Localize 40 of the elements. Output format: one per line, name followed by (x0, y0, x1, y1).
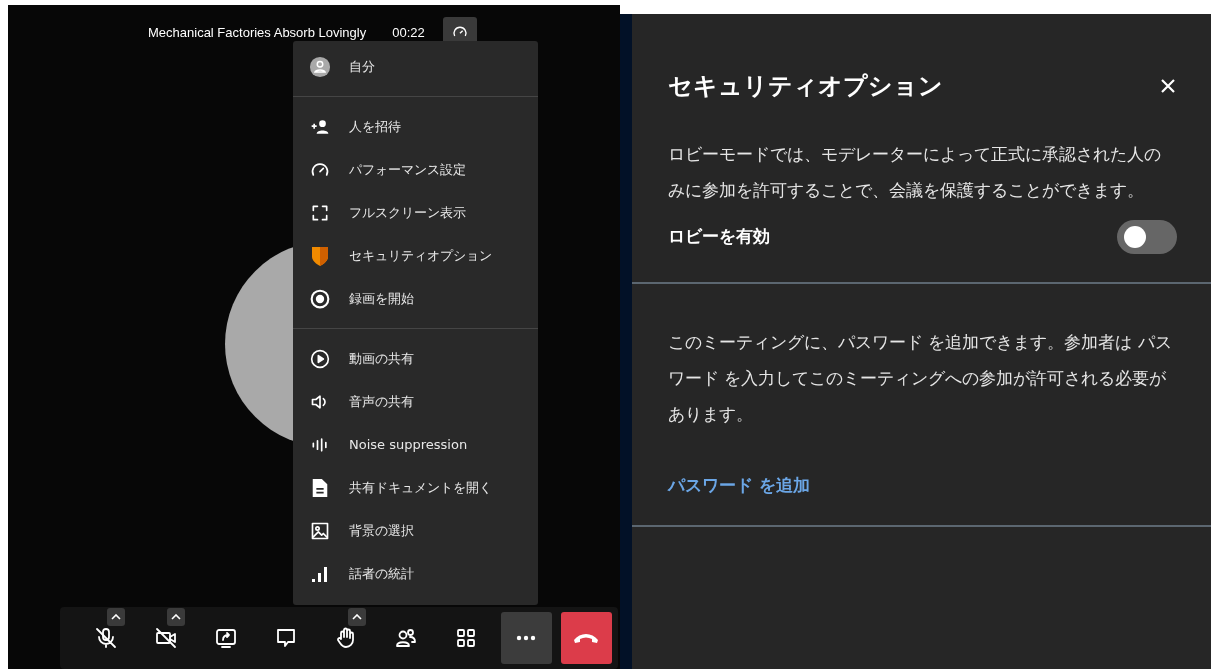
caret-icon (171, 614, 182, 620)
menu-item[interactable]: 背景の選択 (293, 509, 538, 552)
muted-microphone-icon (93, 626, 118, 650)
menu-item[interactable]: 音声の共有 (293, 380, 538, 423)
menu-item[interactable]: 動画の共有 (293, 337, 538, 380)
caret-button[interactable] (347, 608, 366, 626)
menu-item[interactable]: 話者の統計 (293, 552, 538, 595)
password-description: このミーティングに、パスワード を追加できます。参加者は パスワード を入力してこのミーティングへの参加が許可される必要があります。 (668, 331, 1173, 426)
menu-item[interactable]: パフォーマンス設定 (293, 148, 538, 191)
menu-item[interactable]: Noise suppression (293, 423, 538, 466)
add-password-link[interactable]: パスワード を追加 (668, 474, 810, 497)
shield-icon (309, 244, 331, 267)
caret-icon (111, 614, 122, 620)
caret-button[interactable] (167, 608, 186, 626)
menu-item[interactable]: フルスクリーン表示 (293, 191, 538, 234)
close-button[interactable] (1161, 79, 1175, 93)
lobby-toggle[interactable] (1117, 220, 1177, 254)
play-icon (309, 348, 331, 369)
phone-hangup-icon (573, 632, 600, 644)
record-icon (309, 288, 331, 309)
menu-item[interactable]: 自分 (293, 45, 538, 88)
camera-off-icon (153, 626, 178, 650)
image-icon (309, 520, 331, 541)
more-icon (516, 635, 537, 641)
menu-item[interactable]: セキュリティオプション (293, 234, 538, 277)
close-icon (1161, 79, 1175, 93)
phone-hangup-button[interactable] (560, 612, 612, 664)
meeting-title: Mechanical Factories Absorb Lovingly (148, 24, 367, 40)
menu-item[interactable]: 録画を開始 (293, 277, 538, 320)
participants-icon (394, 626, 419, 650)
menu-item[interactable]: 共有ドキュメントを開く (293, 466, 538, 509)
person-icon (309, 55, 331, 78)
screen-share-icon (213, 626, 238, 650)
panel-title: セキュリティオプション (668, 71, 943, 102)
lobby-description: ロビーモードでは、モデレーターによって正式に承認された人のみに参加を許可することで、会議を保護することができます。 (668, 143, 1162, 202)
lobby-label: ロビーを有効 (668, 226, 770, 248)
meeting-timer: 00:22 (392, 24, 425, 40)
caret-icon (351, 614, 362, 620)
caret-button[interactable] (107, 608, 126, 626)
menu-item[interactable]: 人を招待 (293, 105, 538, 148)
